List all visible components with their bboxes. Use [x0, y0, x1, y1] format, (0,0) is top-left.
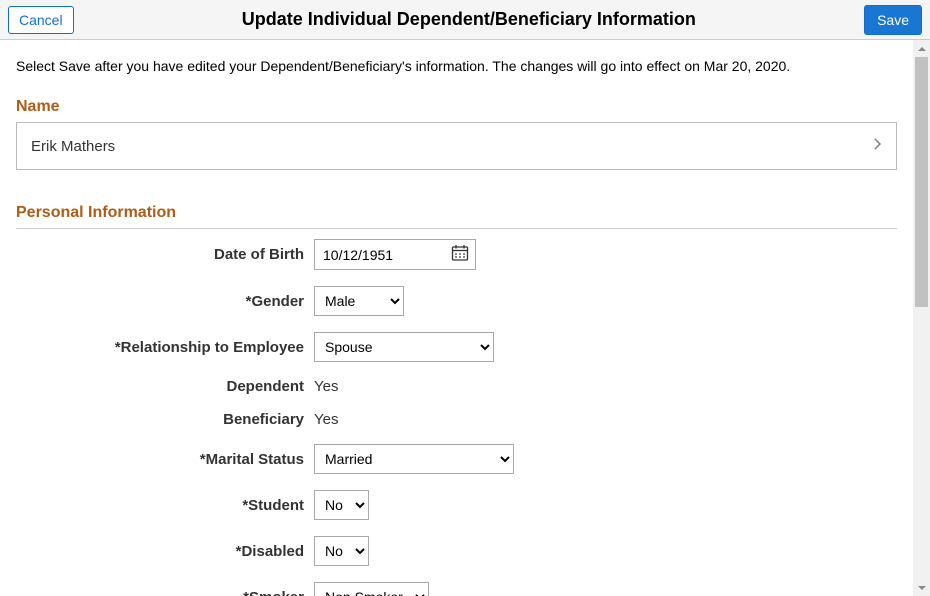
page-title: Update Individual Dependent/Beneficiary … — [74, 9, 864, 30]
smoker-row: *Smoker Non Smoker — [16, 582, 897, 596]
smoker-select[interactable]: Non Smoker — [314, 582, 429, 596]
content-area: Select Save after you have edited your D… — [0, 40, 913, 596]
beneficiary-value: Yes — [314, 411, 338, 428]
name-value: Erik Mathers — [31, 138, 115, 155]
marital-label: *Marital Status — [16, 451, 314, 468]
gender-row: *Gender Male — [16, 286, 897, 316]
disabled-row: *Disabled No — [16, 536, 897, 566]
marital-select[interactable]: Married — [314, 444, 514, 474]
content-wrapper: Select Save after you have edited your D… — [0, 40, 930, 596]
dependent-value: Yes — [314, 378, 338, 395]
gender-label: *Gender — [16, 293, 314, 310]
dob-input-wrap — [314, 239, 476, 270]
personal-info-heading: Personal Information — [16, 204, 897, 222]
beneficiary-label: Beneficiary — [16, 411, 314, 428]
smoker-label: *Smoker — [16, 589, 314, 596]
save-button[interactable]: Save — [864, 5, 922, 35]
beneficiary-row: Beneficiary Yes — [16, 411, 897, 428]
gender-select[interactable]: Male — [314, 286, 404, 316]
calendar-icon[interactable] — [445, 240, 475, 269]
vertical-scrollbar[interactable] — [913, 40, 930, 596]
scrollbar-thumb[interactable] — [915, 57, 928, 307]
divider — [16, 228, 897, 229]
dob-row: Date of Birth — [16, 239, 897, 270]
scroll-down-arrow-icon[interactable] — [913, 579, 930, 596]
dob-label: Date of Birth — [16, 246, 314, 263]
dependent-row: Dependent Yes — [16, 378, 897, 395]
disabled-select[interactable]: No — [314, 536, 369, 566]
scrollbar-track[interactable] — [913, 57, 930, 579]
relationship-row: *Relationship to Employee Spouse — [16, 332, 897, 362]
dependent-label: Dependent — [16, 378, 314, 395]
marital-row: *Marital Status Married — [16, 444, 897, 474]
chevron-right-icon — [872, 137, 882, 155]
name-section-heading: Name — [16, 98, 897, 116]
scroll-up-arrow-icon[interactable] — [913, 40, 930, 57]
disabled-label: *Disabled — [16, 543, 314, 560]
student-select[interactable]: No — [314, 490, 369, 520]
intro-text: Select Save after you have edited your D… — [16, 58, 897, 74]
student-label: *Student — [16, 497, 314, 514]
name-row[interactable]: Erik Mathers — [16, 122, 897, 170]
student-row: *Student No — [16, 490, 897, 520]
relationship-select[interactable]: Spouse — [314, 332, 494, 362]
cancel-button[interactable]: Cancel — [8, 6, 74, 34]
header-bar: Cancel Update Individual Dependent/Benef… — [0, 0, 930, 40]
relationship-label: *Relationship to Employee — [16, 339, 314, 356]
dob-input[interactable] — [315, 241, 445, 269]
